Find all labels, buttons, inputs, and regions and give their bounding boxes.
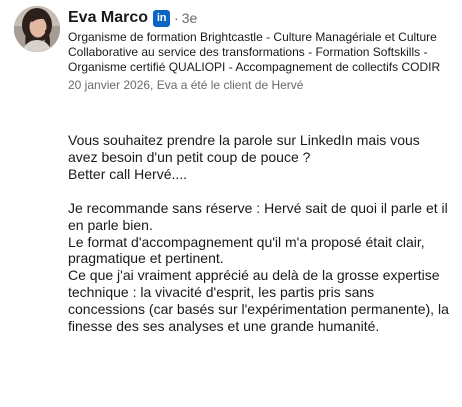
author-name[interactable]: Eva Marco bbox=[68, 9, 148, 27]
text-line: Vous souhaitez prendre la parole sur Lin… bbox=[68, 132, 420, 165]
linkedin-icon: in bbox=[153, 9, 171, 27]
avatar[interactable] bbox=[14, 6, 60, 52]
text-line: Better call Hervé.... bbox=[68, 165, 188, 182]
recommendation-meta: 20 janvier 2026, Eva a été le client de … bbox=[68, 77, 304, 92]
author-headline: Organisme de formation Brightcastle - Cu… bbox=[68, 30, 441, 75]
connection-degree: 3e bbox=[181, 10, 198, 26]
text-line: Le format d'accompagnement qu'il m'a pro… bbox=[68, 233, 425, 267]
text-line: Ce que j'ai vraiment apprécié au delà de… bbox=[68, 267, 449, 335]
recommendation-card: Eva Marco in · 3e Organisme de formation… bbox=[0, 0, 462, 407]
recommendation-header: Eva Marco in · 3e Organisme de formation… bbox=[68, 7, 456, 93]
recommendation-text: Vous souhaitez prendre la parole sur Lin… bbox=[68, 132, 452, 335]
author-line: Eva Marco in · 3e bbox=[68, 7, 456, 29]
avatar-photo bbox=[14, 6, 60, 52]
text-line: Je recommande sans réserve : Hervé sait … bbox=[68, 199, 448, 233]
separator-dot: · bbox=[174, 10, 179, 26]
